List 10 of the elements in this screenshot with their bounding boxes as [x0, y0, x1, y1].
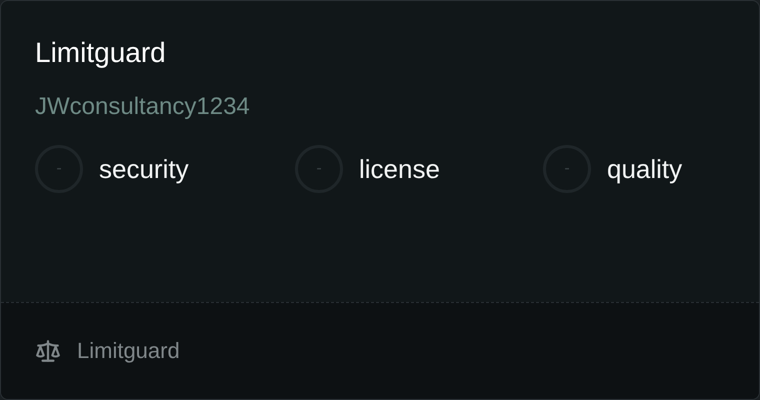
owner-name: JWconsultancy1234 — [35, 92, 251, 122]
package-title: Limitguard — [35, 36, 167, 70]
license-name: Limitguard — [77, 338, 180, 364]
score-circle: - — [543, 145, 591, 193]
metric-label: license — [359, 154, 440, 184]
score-circle: - — [35, 145, 83, 193]
score-circle: - — [295, 145, 343, 193]
metric-label: security — [99, 154, 189, 184]
scale-icon — [35, 338, 61, 364]
metric-label: quality — [607, 154, 682, 184]
